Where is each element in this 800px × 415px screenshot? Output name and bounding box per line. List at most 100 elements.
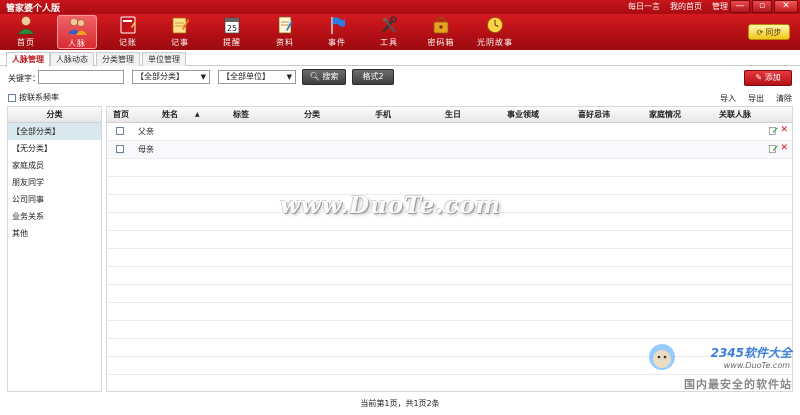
toolbar-label: 提醒 xyxy=(223,38,241,47)
format-button[interactable]: 格式2 xyxy=(352,69,394,85)
tab-contact-management[interactable]: 人脉管理 xyxy=(6,52,50,67)
sidebar-item-family[interactable]: 家庭成员 xyxy=(8,157,101,174)
edit-icon[interactable] xyxy=(769,126,779,135)
sidebar-item-business[interactable]: 业务关系 xyxy=(8,208,101,225)
toolbar-time-story[interactable]: 光阴故事 xyxy=(473,15,517,49)
tab-category-management[interactable]: 分类管理 xyxy=(96,52,140,66)
delete-icon[interactable]: ✕ xyxy=(780,126,788,135)
my-home-link[interactable]: 我的首页 xyxy=(670,1,702,12)
watermark-logo-title: 2345软件大全 xyxy=(710,346,792,360)
toolbar-documents[interactable]: 资料 xyxy=(265,15,305,49)
column-header-family-info[interactable]: 家庭情况 xyxy=(649,107,681,122)
column-header-home[interactable]: 首页 xyxy=(113,107,129,122)
sidebar-item-other[interactable]: 其他 xyxy=(8,225,101,242)
sidebar-item-friends[interactable]: 朋友同学 xyxy=(8,174,101,191)
toolbar-label: 记账 xyxy=(119,38,137,47)
toolbar-label: 事件 xyxy=(328,38,346,47)
minimize-button[interactable]: — xyxy=(730,0,750,13)
toolbar-tools[interactable]: 工具 xyxy=(369,15,409,49)
frequency-checkbox[interactable] xyxy=(8,93,16,102)
chevron-down-icon: ▼ xyxy=(200,73,206,81)
password-box-icon xyxy=(433,16,449,34)
contacts-icon xyxy=(68,18,87,35)
tools-icon xyxy=(382,16,397,33)
toolbar-label: 光阴故事 xyxy=(477,38,513,47)
home-person-icon xyxy=(17,16,35,35)
sidebar-item-colleagues[interactable]: 公司同事 xyxy=(8,191,101,208)
column-header-mobile[interactable]: 手机 xyxy=(375,107,391,122)
maximize-button[interactable]: ▫ xyxy=(752,0,772,13)
sync-icon: ⟳ xyxy=(756,27,764,37)
row-checkbox[interactable] xyxy=(116,127,124,135)
toolbar-reminder[interactable]: 25 提醒 xyxy=(212,15,252,49)
toolbar-events[interactable]: 事件 xyxy=(317,15,357,49)
row-checkbox[interactable] xyxy=(116,145,124,153)
clear-link[interactable]: 清除 xyxy=(776,93,792,104)
sidebar-item-all[interactable]: 【全部分类】 xyxy=(8,123,101,140)
ledger-book-icon xyxy=(120,16,136,34)
toolbar-home[interactable]: 首页 xyxy=(6,15,46,49)
toolbar-password-box[interactable]: 密码箱 xyxy=(421,15,461,49)
calendar-icon: 25 xyxy=(224,17,240,34)
clock-icon xyxy=(487,17,503,33)
row-name: 母亲 xyxy=(138,145,154,154)
keyword-label: 关键字： xyxy=(8,74,40,83)
export-link[interactable]: 导出 xyxy=(748,93,764,104)
row-actions: ✕ xyxy=(769,126,788,135)
pencil-icon: ✎ xyxy=(755,73,763,82)
close-button[interactable]: ✕ xyxy=(774,0,798,13)
frequency-label: 按联系频率 xyxy=(19,93,59,102)
main-toolbar: 首页 人脉 记账 记事 25 提醒 资料 事件 工具 密码箱 光阴故事 ⟳ 同步 xyxy=(0,14,800,50)
toolbar-contacts[interactable]: 人脉 xyxy=(57,15,97,49)
chevron-down-icon: ▼ xyxy=(286,73,292,81)
table-header: 首页 姓名 ▲ 标签 分类 手机 生日 事业领域 喜好忌讳 家庭情况 关联人脉 xyxy=(107,107,792,123)
options-row: 按联系频率 导入 导出 清除 xyxy=(0,88,800,104)
toolbar-ledger[interactable]: 记账 xyxy=(108,15,148,49)
svg-text:25: 25 xyxy=(227,24,237,33)
column-header-name[interactable]: 姓名 xyxy=(162,107,178,122)
toolbar-label: 密码箱 xyxy=(427,38,455,47)
unit-select[interactable]: 【全部单位】 ▼ xyxy=(218,70,296,84)
title-links: 每日一言 我的首页 管理 xyxy=(628,1,728,12)
watermark-slogan: 国内最安全的软件站 xyxy=(684,378,792,391)
site-watermark-logo: 2345软件大全 www.DuoTe.com 国内最安全的软件站 xyxy=(644,340,794,400)
keyword-input[interactable] xyxy=(38,70,124,84)
manage-link[interactable]: 管理 xyxy=(712,1,728,12)
add-label: 添加 xyxy=(764,73,781,82)
tab-bar: 人脉管理 人脉动态 分类管理 单位管理 xyxy=(0,50,800,67)
toolbar-label: 记事 xyxy=(171,38,189,47)
filter-bar: 关键字： 【全部分类】 ▼ 【全部单位】 ▼ 🔍︎ 搜索 格式2 ✎ 添加 xyxy=(0,66,800,88)
column-header-category[interactable]: 分类 xyxy=(304,107,320,122)
search-button[interactable]: 🔍︎ 搜索 xyxy=(302,69,346,85)
table-row[interactable]: 母亲 ✕ xyxy=(107,141,792,158)
sort-asc-icon: ▲ xyxy=(195,111,200,118)
add-button[interactable]: ✎ 添加 xyxy=(744,70,792,86)
toolbar-label: 人脉 xyxy=(68,39,86,48)
column-header-related-contacts[interactable]: 关联人脉 xyxy=(719,107,751,122)
toolbar-label: 工具 xyxy=(380,38,398,47)
column-header-likes-taboos[interactable]: 喜好忌讳 xyxy=(578,107,610,122)
edit-icon[interactable] xyxy=(769,144,779,153)
daily-quote-link[interactable]: 每日一言 xyxy=(628,1,660,12)
duote-watermark: www.DuoTe.com xyxy=(280,192,501,219)
import-link[interactable]: 导入 xyxy=(720,93,736,104)
sync-button[interactable]: ⟳ 同步 xyxy=(748,24,790,40)
sidebar-header: 分类 xyxy=(8,107,101,123)
frequency-option[interactable]: 按联系频率 xyxy=(8,92,59,103)
delete-icon[interactable]: ✕ xyxy=(780,144,788,153)
unit-select-value: 【全部单位】 xyxy=(222,72,270,81)
category-select[interactable]: 【全部分类】 ▼ xyxy=(132,70,210,84)
mascot-icon xyxy=(649,344,675,370)
document-icon xyxy=(278,16,293,34)
tab-contact-activity[interactable]: 人脉动态 xyxy=(50,52,94,66)
table-row[interactable]: 父亲 ✕ xyxy=(107,123,792,140)
category-sidebar: 分类 【全部分类】 【无分类】 家庭成员 朋友同学 公司同事 业务关系 其他 xyxy=(7,106,102,392)
column-header-tags[interactable]: 标签 xyxy=(233,107,249,122)
tab-unit-management[interactable]: 单位管理 xyxy=(142,52,186,66)
search-label: 搜索 xyxy=(322,72,339,81)
toolbar-notes[interactable]: 记事 xyxy=(160,15,200,49)
column-header-birthday[interactable]: 生日 xyxy=(445,107,461,122)
category-select-value: 【全部分类】 xyxy=(136,72,184,81)
sidebar-item-uncategorized[interactable]: 【无分类】 xyxy=(8,140,101,157)
column-header-career-field[interactable]: 事业领域 xyxy=(507,107,539,122)
